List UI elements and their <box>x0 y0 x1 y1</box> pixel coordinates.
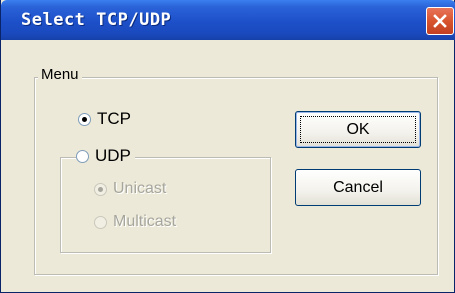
udp-groupbox <box>60 157 271 253</box>
close-button[interactable] <box>426 7 454 35</box>
multicast-radio-label: Multicast <box>113 213 177 230</box>
udp-radio-label: UDP <box>95 146 131 165</box>
udp-radio[interactable]: UDP <box>76 146 135 166</box>
tcp-radio-indicator <box>78 112 91 126</box>
title-bar[interactable]: Select TCP/UDP <box>1 0 455 40</box>
menu-group-label: Menu <box>38 66 82 83</box>
unicast-radio-label: Unicast <box>113 180 167 197</box>
multicast-radio: Multicast <box>94 213 176 231</box>
tcp-radio[interactable]: TCP <box>78 109 131 129</box>
close-icon <box>433 14 447 28</box>
unicast-radio: Unicast <box>94 180 166 198</box>
cancel-button[interactable]: Cancel <box>295 169 421 206</box>
dialog-body: Menu TCP UDP Unicast Multicast OK Cancel <box>5 40 452 289</box>
window-title: Select TCP/UDP <box>21 10 172 30</box>
multicast-radio-indicator <box>94 215 107 229</box>
cancel-button-label: Cancel <box>333 178 383 196</box>
focus-rectangle <box>300 116 416 143</box>
ok-button[interactable]: OK <box>295 111 421 148</box>
unicast-radio-indicator <box>94 182 107 196</box>
tcp-radio-label: TCP <box>97 109 131 128</box>
udp-radio-indicator <box>76 149 89 163</box>
dialog-window: Select TCP/UDP Menu TCP UDP Unicast Mult… <box>0 0 455 293</box>
